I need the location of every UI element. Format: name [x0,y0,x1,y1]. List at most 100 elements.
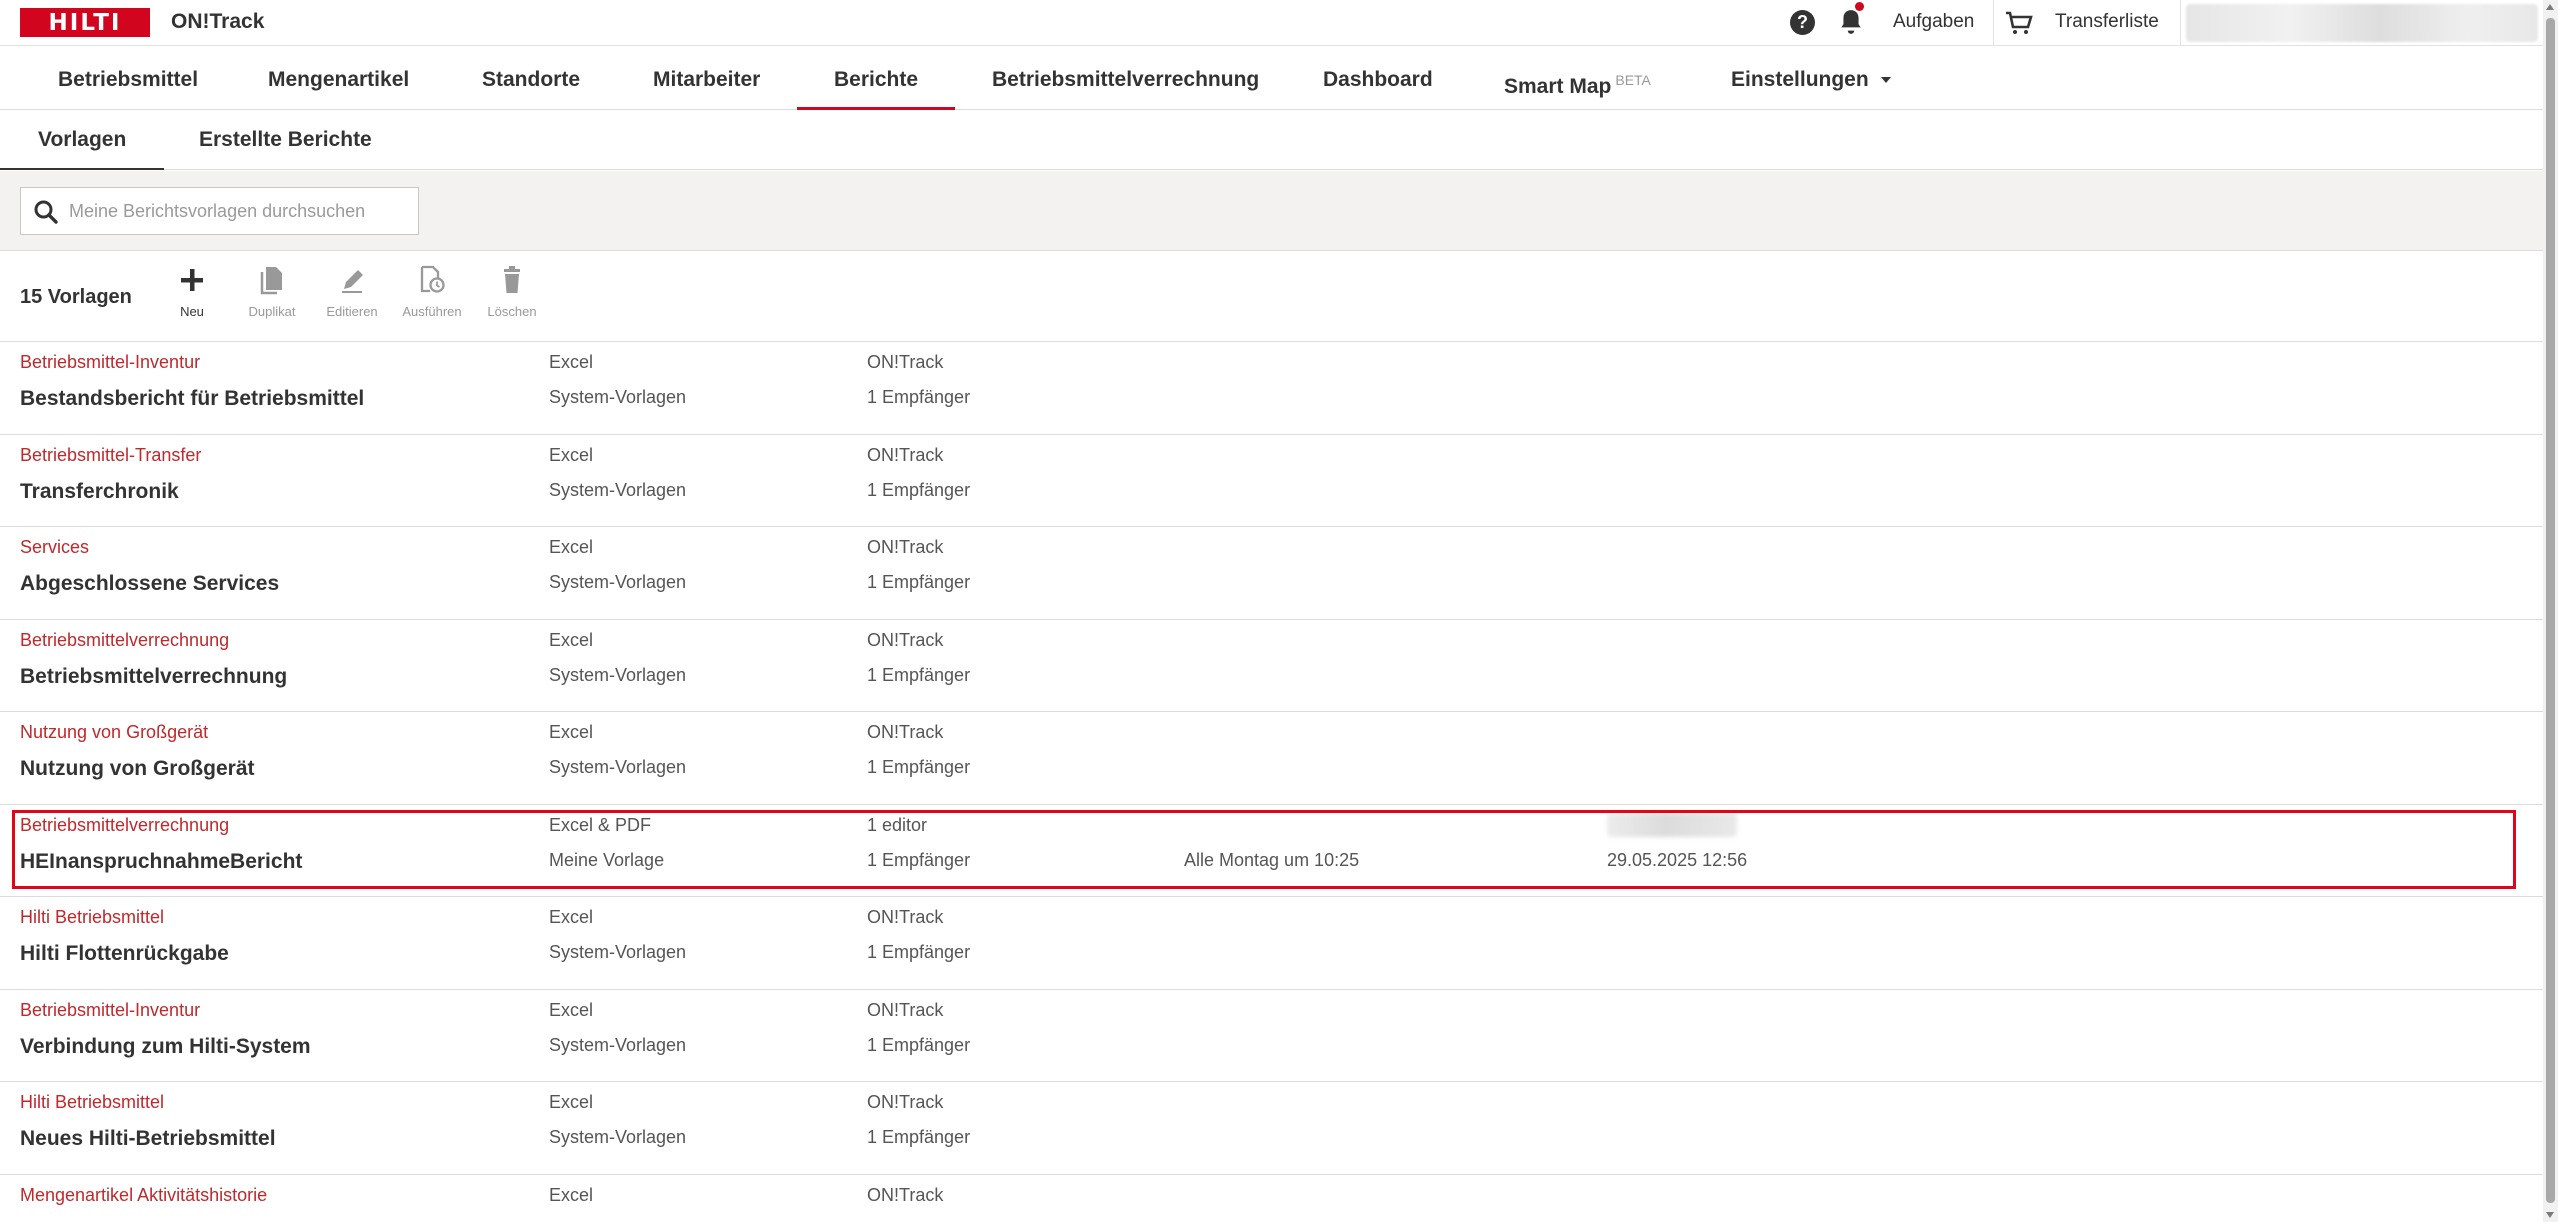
duplicate-button[interactable]: Duplikat [236,264,308,319]
tab-vorlagen[interactable]: Vorlagen [0,110,165,170]
app-title: ON!Track [171,10,265,33]
edit-button[interactable]: Editieren [316,264,388,319]
nav-label: Betriebsmittel [58,68,199,91]
main-navigation: Betriebsmittel Mengenartikel Standorte M… [0,47,2543,110]
vertical-scrollbar[interactable] [2543,0,2558,1222]
row-schedule: Alle Montag um 10:25 [1184,849,1360,870]
nav-item-smart-map[interactable]: Smart Map BETA [1482,47,1673,110]
nav-item-berichte[interactable]: Berichte [797,47,956,110]
row-category[interactable]: Betriebsmittel-Transfer [20,445,201,466]
nav-label: Standorte [482,68,581,91]
row-category[interactable]: Hilti Betriebsmittel [20,1092,164,1113]
tab-label: Vorlagen [38,128,127,151]
divider [1993,0,1994,46]
scroll-up-icon[interactable] [2546,4,2554,10]
table-row[interactable]: Mengenartikel Aktivitätshistorie Excel O… [0,1174,2543,1222]
row-date: 29.05.2025 12:56 [1607,849,1748,870]
row-format: Excel [549,999,594,1020]
row-source: System-Vorlagen [549,757,687,777]
table-row[interactable]: Betriebsmittel-Inventur Bestandsbericht … [0,342,2543,435]
row-category[interactable]: Betriebsmittel-Inventur [20,1000,200,1021]
nav-item-dashboard[interactable]: Dashboard [1301,47,1455,110]
row-name[interactable]: Abgeschlossene Services [20,572,279,596]
row-category[interactable]: Betriebsmittelverrechnung [20,630,229,651]
tool-label: Duplikat [248,304,296,319]
hilti-logo[interactable]: HILTI [20,8,150,37]
row-name[interactable]: Betriebsmittelverrechnung [20,665,287,689]
bell-icon [1841,10,1861,34]
nav-item-betriebsmittel[interactable]: Betriebsmittel [36,47,220,110]
search-box[interactable] [20,187,419,235]
row-name[interactable]: Neues Hilti-Betriebsmittel [20,1127,276,1151]
table-row[interactable]: Nutzung von Großgerät Nutzung von Großge… [0,712,2543,805]
row-recipients: 1 Empfänger [867,1034,971,1055]
row-name[interactable]: HEInanspruchnahmeBericht [20,850,302,874]
plus-icon [181,269,203,291]
template-list: Betriebsmittel-Inventur Bestandsbericht … [0,342,2543,1222]
user-menu-blurred[interactable] [2186,4,2538,42]
notifications-button[interactable] [1838,2,1864,36]
tasks-link[interactable]: Aufgaben [1893,11,1974,33]
tool-label: Editieren [326,304,378,319]
row-format: Excel [549,629,594,650]
notification-dot [1855,2,1864,11]
transfer-list-link[interactable]: Transferliste [2055,11,2159,33]
row-owner: ON!Track [867,352,944,372]
row-format: Excel & PDF [549,814,652,835]
row-owner: 1 editor [867,814,928,835]
chevron-down-icon [1880,77,1891,84]
row-recipients: 1 Empfänger [867,572,971,592]
nav-item-betriebsmittelverrechnung[interactable]: Betriebsmittelverrechnung [970,47,1281,110]
row-category[interactable]: Mengenartikel Aktivitätshistorie [20,1185,267,1206]
table-row[interactable]: Services Abgeschlossene Services Excel S… [0,527,2543,620]
nav-item-einstellungen[interactable]: Einstellungen [1709,47,1913,110]
row-format: Excel [549,537,594,557]
help-icon[interactable]: ? [1790,10,1815,35]
row-category[interactable]: Betriebsmittelverrechnung [20,815,229,836]
nav-label: Mengenartikel [268,68,410,91]
scroll-down-icon[interactable] [2546,1212,2554,1218]
row-category[interactable]: Nutzung von Großgerät [20,722,208,743]
delete-button[interactable]: Löschen [476,264,548,319]
trash-icon [504,266,520,293]
beta-badge: BETA [1615,72,1651,88]
cart-icon[interactable] [2005,10,2033,36]
row-category[interactable]: Services [20,537,89,558]
row-name[interactable]: Bestandsbericht für Betriebsmittel [20,387,364,411]
row-recipients: 1 Empfänger [867,1127,971,1147]
table-row[interactable]: Betriebsmittelverrechnung Betriebsmittel… [0,619,2543,712]
row-recipients: 1 Empfänger [867,664,971,685]
template-count: 15 Vorlagen [20,286,132,308]
table-row[interactable]: Betriebsmittel-Transfer Transferchronik … [0,434,2543,527]
row-source: System-Vorlagen [549,572,687,592]
run-button[interactable]: Ausführen [396,264,468,319]
scrollbar-thumb[interactable] [2546,18,2555,1203]
row-name[interactable]: Nutzung von Großgerät [20,757,255,781]
nav-item-mitarbeiter[interactable]: Mitarbeiter [631,47,782,110]
row-owner: ON!Track [867,722,944,742]
row-name[interactable]: Verbindung zum Hilti-System [20,1035,311,1059]
row-owner: ON!Track [867,907,944,927]
run-report-icon [420,265,445,293]
table-row[interactable]: Betriebsmittel-Inventur Verbindung zum H… [0,989,2543,1082]
row-recipients: 1 Empfänger [867,387,971,407]
row-category[interactable]: Betriebsmittel-Inventur [20,352,200,373]
row-owner: ON!Track [867,999,944,1020]
nav-item-standorte[interactable]: Standorte [460,47,602,110]
top-bar: HILTI ON!Track ? Aufgaben Transferliste [0,0,2543,46]
table-row-highlighted[interactable]: Betriebsmittelverrechnung HEInanspruchna… [0,804,2543,897]
table-row[interactable]: Hilti Betriebsmittel Hilti Flottenrückga… [0,897,2543,990]
nav-label: Betriebsmittelverrechnung [992,68,1260,91]
row-owner: ON!Track [867,1184,944,1205]
nav-item-mengenartikel[interactable]: Mengenartikel [246,47,431,110]
new-button[interactable]: Neu [156,264,228,319]
row-category[interactable]: Hilti Betriebsmittel [20,907,164,928]
tab-erstellte-berichte[interactable]: Erstellte Berichte [161,110,410,170]
search-input[interactable] [69,188,409,234]
nav-label: Berichte [834,68,919,91]
row-source: System-Vorlagen [549,1034,687,1055]
row-source: Meine Vorlage [549,849,665,870]
table-row[interactable]: Hilti Betriebsmittel Neues Hilti-Betrieb… [0,1082,2543,1175]
row-name[interactable]: Transferchronik [20,480,179,504]
row-name[interactable]: Hilti Flottenrückgabe [20,942,229,966]
